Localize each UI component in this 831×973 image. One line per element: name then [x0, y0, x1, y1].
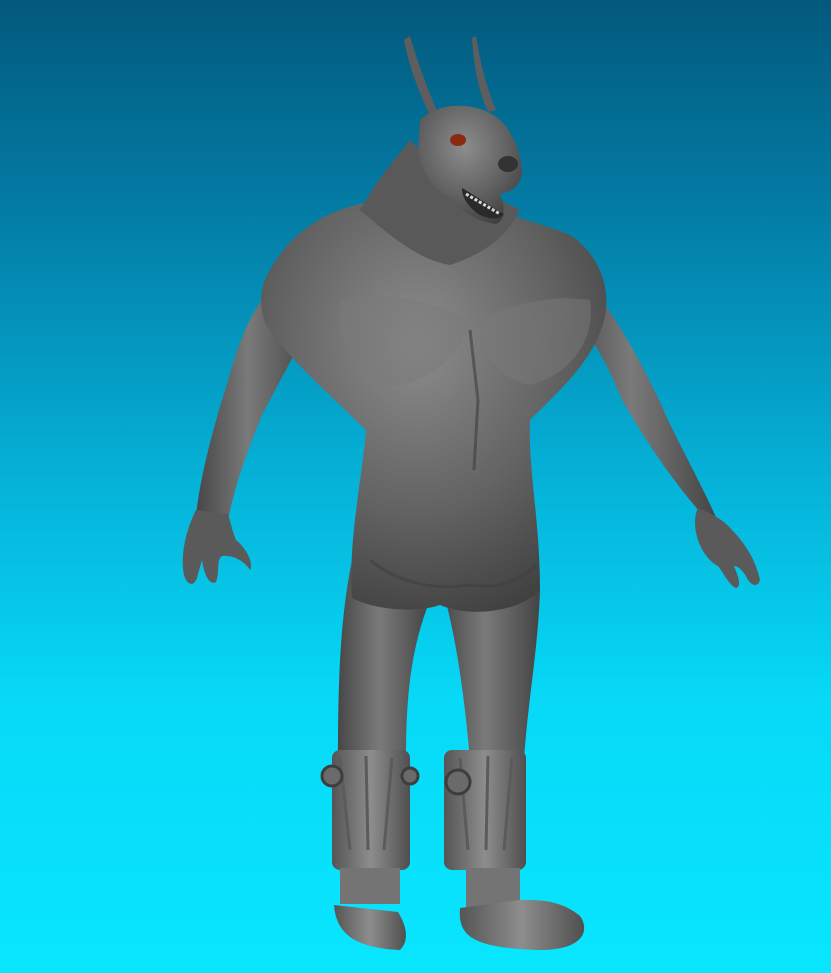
3d-viewport: [0, 0, 831, 973]
right-boot: [444, 750, 585, 950]
character-model: [182, 36, 760, 950]
torso: [261, 199, 607, 612]
eye-icon: [450, 134, 466, 146]
left-boot: [320, 750, 420, 950]
